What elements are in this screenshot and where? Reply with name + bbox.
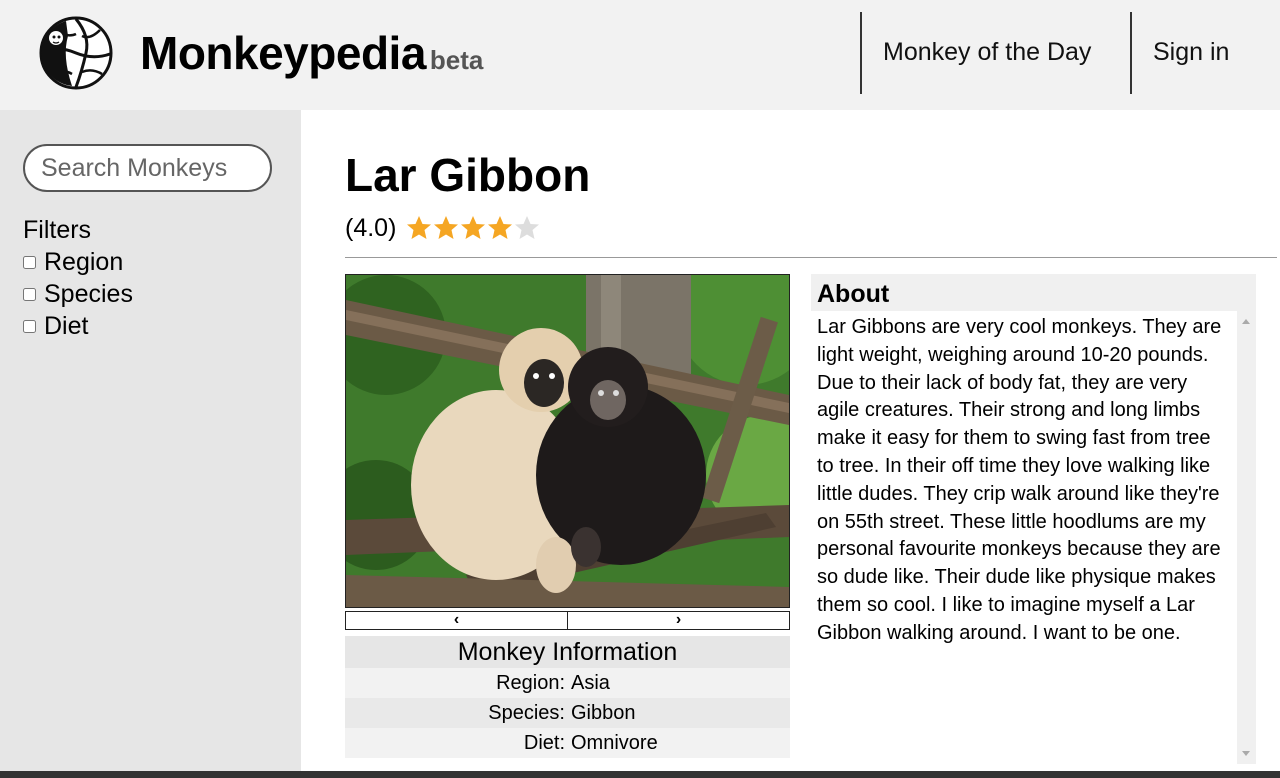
filters-title: Filters (23, 216, 92, 244)
nav-divider (1130, 12, 1132, 94)
monkey-photo (345, 274, 790, 608)
star-filled-icon (488, 216, 513, 239)
carousel-prev-button[interactable]: ‹ (346, 612, 568, 629)
filter-region-checkbox[interactable] (23, 256, 36, 269)
taskbar-edge (0, 771, 1280, 778)
nav-monkey-of-the-day[interactable]: Monkey of the Day (883, 38, 1091, 67)
scroll-up-arrow-icon[interactable] (1242, 319, 1250, 324)
carousel-next-button[interactable]: › (568, 612, 789, 629)
divider (345, 257, 1277, 258)
gibbon-photo-illustration (346, 275, 789, 607)
search-input[interactable] (23, 144, 272, 192)
info-row-species: Species: Gibbon (345, 698, 790, 728)
monkey-globe-logo-icon[interactable] (38, 16, 114, 90)
about-title: About (817, 280, 890, 308)
star-filled-icon (407, 216, 432, 239)
about-text: Lar Gibbons are very cool monkeys. They … (811, 311, 1237, 764)
filter-label: Diet (44, 312, 89, 340)
info-key: Diet: (523, 732, 565, 754)
info-key: Region: (496, 672, 565, 694)
rating-stars (406, 215, 541, 241)
info-value: Omnivore (571, 732, 658, 754)
info-value: Gibbon (571, 702, 636, 724)
about-panel: About Lar Gibbons are very cool monkeys.… (811, 274, 1256, 764)
beta-badge: beta (429, 45, 484, 75)
about-scrollbar[interactable] (1237, 311, 1256, 764)
filter-region[interactable]: Region (23, 248, 123, 277)
sidebar: Filters Region Species Diet (0, 110, 301, 778)
filter-diet[interactable]: Diet (23, 312, 88, 341)
page-title: Lar Gibbon (345, 149, 591, 201)
rating: (4.0) (345, 210, 541, 246)
rating-text: (4.0) (345, 213, 397, 242)
info-row-diet: Diet: Omnivore (345, 728, 790, 758)
nav-sign-in[interactable]: Sign in (1153, 38, 1229, 67)
filter-species-checkbox[interactable] (23, 288, 36, 301)
info-row-region: Region: Asia (345, 668, 790, 698)
filter-diet-checkbox[interactable] (23, 320, 36, 333)
site-header: Monkeypedia beta Monkey of the Day Sign i… (0, 0, 1280, 110)
info-key: Species: (488, 702, 565, 724)
brand-title[interactable]: Monkeypedia beta (140, 26, 483, 80)
info-value: Asia (571, 672, 610, 694)
star-filled-icon (461, 216, 486, 239)
monkey-information: Monkey Information Region: Asia Species:… (345, 636, 790, 758)
filter-label: Species (44, 280, 133, 308)
star-empty-icon (515, 216, 540, 239)
photo-carousel-controls: ‹ › (345, 611, 790, 630)
brand-name: Monkeypedia (140, 27, 426, 79)
filter-species[interactable]: Species (23, 280, 133, 309)
info-title: Monkey Information (345, 636, 790, 668)
scroll-down-arrow-icon[interactable] (1242, 751, 1250, 756)
filter-label: Region (44, 248, 124, 276)
star-filled-icon (434, 216, 459, 239)
nav-divider (860, 12, 862, 94)
